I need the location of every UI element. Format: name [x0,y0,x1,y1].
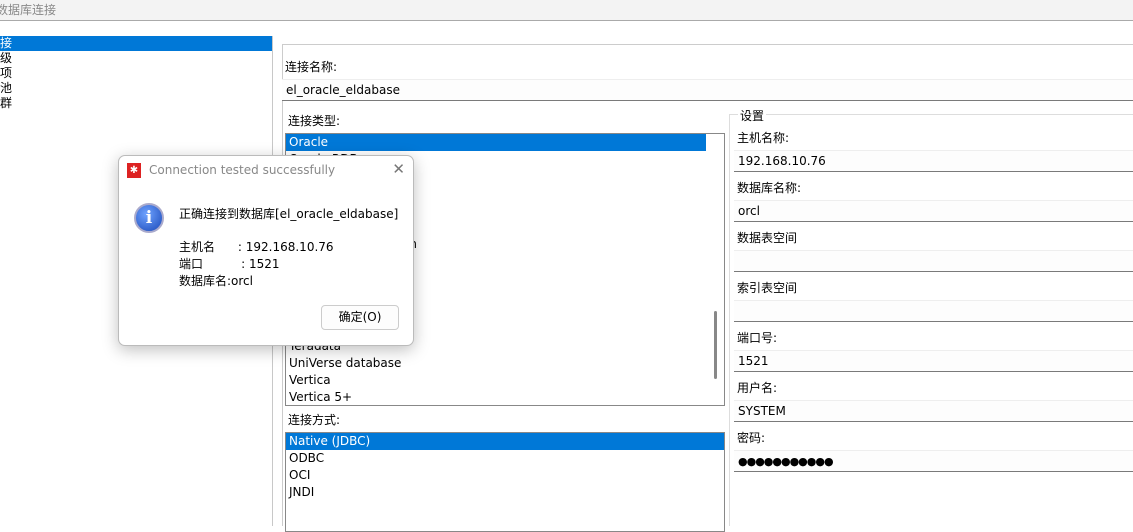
dialog-message: 正确连接到数据库[el_oracle_eldabase] [179,207,399,221]
access-type-list[interactable]: Native (JDBC) ODBC OCI JNDI [285,432,725,532]
db-label: 数据库名称: [737,181,802,195]
data-tablespace-input[interactable] [734,250,1133,272]
sidebar-item-options[interactable]: 选项 [0,66,272,81]
dialog-port-line: 端口 : 1521 [179,257,280,271]
access-type-item[interactable]: OCI [286,467,724,484]
host-label: 主机名称: [737,131,790,145]
sidebar-item-connection[interactable]: 连接 [0,36,272,51]
index-tablespace-input[interactable] [734,300,1133,322]
access-label: 连接方式: [288,413,341,427]
access-type-item[interactable]: ODBC [286,450,724,467]
access-type-item[interactable]: Native (JDBC) [286,433,724,450]
close-icon[interactable]: ✕ [392,160,405,178]
host-input[interactable]: 192.168.10.76 [734,150,1133,172]
index-tablespace-label: 索引表空间 [737,281,798,295]
settings-title: 设置 [738,107,767,124]
data-tablespace-label: 数据表空间 [737,231,798,245]
info-icon: i [134,203,164,233]
dialog-title: Connection tested successfully [149,163,336,177]
sidebar-item-advanced[interactable]: 高级 [0,51,272,66]
sidebar-item-label: 连接 [0,36,13,50]
user-label: 用户名: [737,381,778,395]
port-input[interactable]: 1521 [734,350,1133,372]
password-label: 密码: [737,431,766,445]
dialog-db-line: 数据库名:orcl [179,274,253,288]
conn-name-input[interactable]: el_oracle_eldabase [282,79,1133,101]
conn-type-label: 连接类型: [288,114,341,128]
db-input[interactable]: orcl [734,200,1133,222]
connection-success-dialog: ✱ Connection tested successfully ✕ i 正确连… [118,155,414,346]
sidebar-item-label: 高级 [0,51,13,65]
app-logo-icon: ✱ [127,163,141,178]
ok-button[interactable]: 确定(O) [321,305,399,330]
scrollbar[interactable] [714,311,717,379]
sidebar-item-label: 连接池 [0,81,13,95]
sidebar-item-label: 选项 [0,66,13,80]
conn-type-item[interactable]: Oracle [286,134,706,151]
sidebar-item-pool[interactable]: 连接池 [0,81,272,96]
sidebar-item-cluster[interactable]: 集群 [0,96,272,111]
sidebar-item-label: 集群 [0,96,13,110]
conn-type-item[interactable]: Vertica 5+ [286,389,724,405]
conn-type-item[interactable]: Vertica [286,372,724,389]
window-title: 数据库连接 [0,3,57,17]
title-bar: 数据库连接 [0,0,1133,21]
password-input[interactable]: ●●●●●●●●●●● [734,450,1133,472]
user-input[interactable]: SYSTEM [734,400,1133,422]
access-type-item[interactable]: JNDI [286,484,724,501]
conn-type-item[interactable]: UniVerse database [286,355,724,372]
dialog-host-line: 主机名 : 192.168.10.76 [179,240,334,254]
conn-name-label: 连接名称: [285,60,338,74]
port-label: 端口号: [737,331,778,345]
